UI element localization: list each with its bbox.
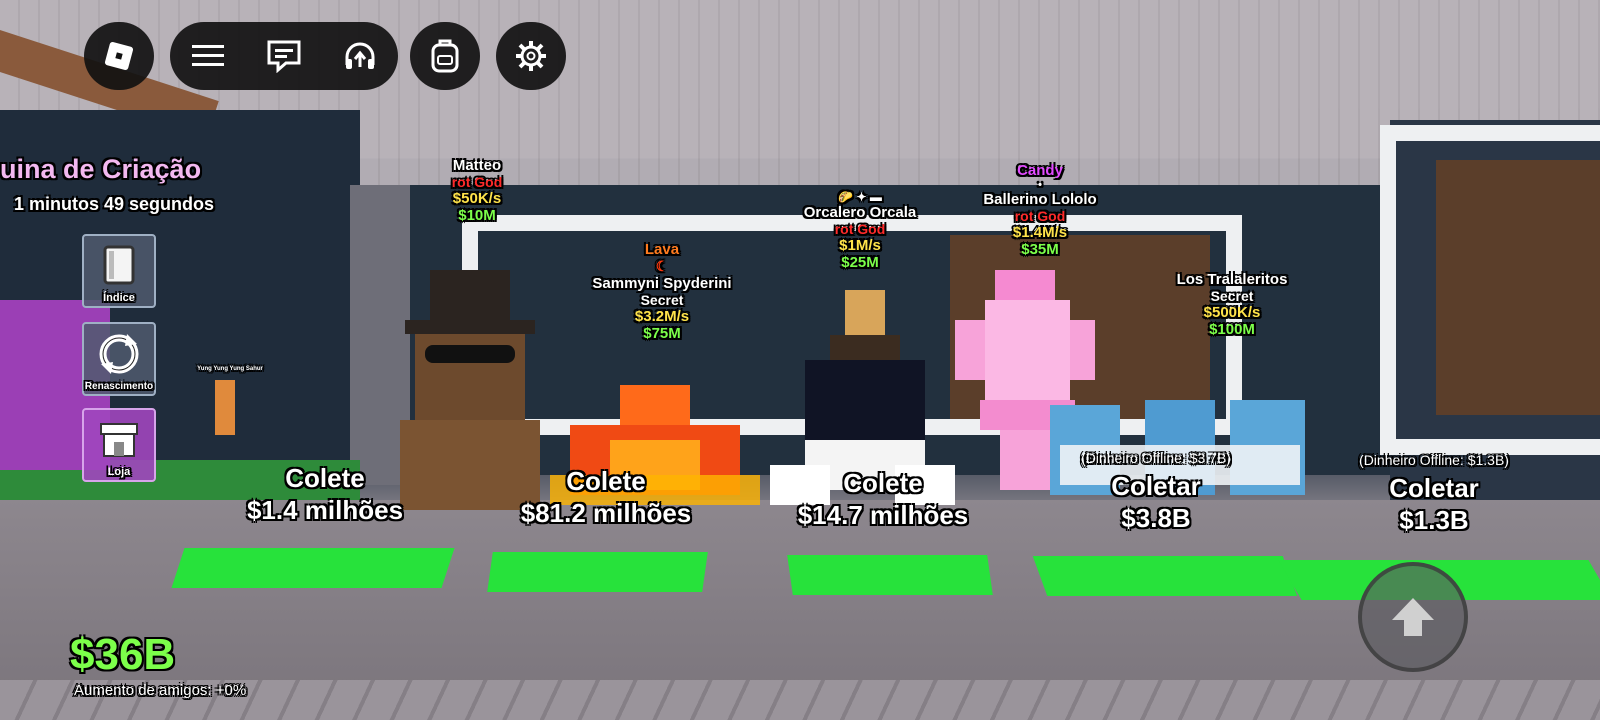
income-rate: $500K/s [1203,304,1261,321]
arrow-up-icon [1392,598,1434,636]
overhead-sammyni: Lava ☾ Sammyni Spyderini Secret $3.2M/s … [592,241,731,342]
book-icon [99,244,139,292]
income-rate: $3.2M/s [634,308,690,325]
character-price: $100M [1209,321,1255,338]
income-rate: $1M/s [839,237,881,254]
character-price: $75M [643,325,681,342]
collect-action: Colete [843,468,923,498]
character-price: $10M [458,207,496,224]
character-name: Matteo [452,157,502,174]
event-timer: 1 minutos 49 segundos [14,194,215,214]
character-name: Orcalero Orcala [803,204,917,221]
collect-amount: $1.4 milhões [246,495,404,525]
trait-icons: 🌮 ✦ ▬ [804,190,917,204]
character-rarity: Secret [640,292,684,308]
taco-icon: 🌮 [838,190,854,204]
collect-sign: (Dinheiro Offline: $3.7B) Coletar $3.8B [1081,450,1231,534]
collect-action: Colete [566,466,646,496]
character-name: Sammyni Spyderini [592,275,732,292]
character-rarity: rot God [834,221,886,237]
friend-boost: Aumento de amigos: +0% [74,682,247,699]
collect-sign: Colete $14.7 milhões [798,467,969,531]
npc-small[interactable] [210,380,240,440]
top-menu-group [170,22,398,90]
settings-button[interactable] [496,22,566,90]
hat-icon: ▬ [869,190,882,204]
store-icon [97,418,141,466]
offline-money: (Dinheiro Offline: $1.3B) [1359,452,1509,468]
character-price: $35M [1021,241,1059,258]
voice-headset-icon[interactable] [337,33,383,79]
trait-label: Lava [644,241,680,258]
collect-action: Coletar [1111,471,1201,501]
collect-amount: $3.8B [1121,503,1191,533]
refresh-icon [97,332,141,380]
character-price: $25M [841,254,879,271]
index-label: Índice [103,292,135,304]
rebirth-label: Renascimento [84,381,154,392]
character-rarity: rot God [1014,208,1066,224]
backpack-button[interactable] [410,22,480,90]
npc-name-tag: Yung Yung Yung Sahur [197,366,263,372]
collect-sign: Colete $1.4 milhões [247,462,403,526]
sparkle-icon: ✦ [856,190,867,204]
backpack-icon [422,33,468,79]
character-rarity: Secret [1210,288,1254,304]
collect-sign: Colete $81.2 milhões [521,465,692,529]
settings-gear-icon [508,33,554,79]
shop-label: Loja [107,466,131,478]
lava-trait-icon: ☾ [655,258,669,274]
trait-label: Candy [1017,162,1063,179]
menu-icon[interactable] [185,33,231,79]
collect-pad[interactable] [487,552,708,592]
game-viewport[interactable]: Yung Yung Yung Sahur Matteo rot God $50K… [0,0,1600,720]
collect-pad[interactable] [1032,556,1298,596]
money-balance: $36B [70,630,176,679]
character-name: Ballerino Lololo [983,191,1097,208]
jump-button[interactable] [1358,562,1468,672]
candy-trait-icon: • [1038,179,1042,191]
shop-button[interactable]: Loja [82,408,156,482]
overhead-tralaleritos: Los Tralaleritos Secret $500K/s $100M [1177,271,1288,338]
offline-money: (Dinheiro Offline: $3.7B) [1081,450,1231,466]
index-button[interactable]: Índice [82,234,156,308]
collect-pad[interactable] [171,548,455,588]
right-brown-panel [1436,160,1600,415]
income-rate: $50K/s [452,190,502,207]
collect-pad[interactable] [787,555,993,595]
roblox-menu-button[interactable] [84,22,154,90]
overhead-orcalero: 🌮 ✦ ▬ Orcalero Orcala rot God $1M/s $25M [804,190,917,271]
overhead-ballerino: Candy • Ballerino Lololo rot God $1.4M/s… [983,162,1096,258]
collect-action: Colete [285,463,365,493]
overhead-matteo: Matteo rot God $50K/s $10M [452,157,503,224]
character-name: Los Tralaleritos [1176,271,1288,288]
collect-action: Coletar [1389,473,1479,503]
collect-amount: $81.2 milhões [520,498,692,528]
collect-amount: $14.7 milhões [797,500,969,530]
chat-icon[interactable] [261,33,307,79]
rebirth-button[interactable]: Renascimento [82,322,156,396]
roblox-logo-icon [96,33,142,79]
event-title: uina de Criação [0,154,202,184]
character-rarity: rot God [451,174,503,190]
income-rate: $1.4M/s [1012,224,1068,241]
collect-amount: $1.3B [1399,505,1469,535]
collect-sign: (Dinheiro Offline: $1.3B) Coletar $1.3B [1359,452,1509,536]
